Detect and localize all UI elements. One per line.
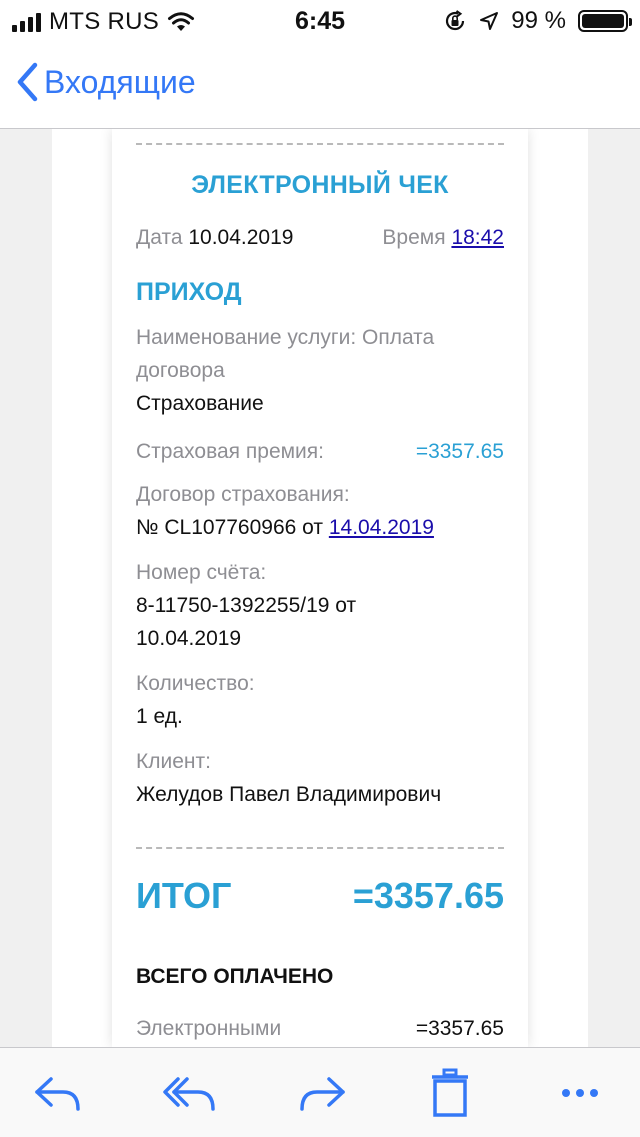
quantity-label: Количество: (136, 672, 255, 695)
quantity-value: 1 ед. (136, 705, 183, 728)
service-block: Наименование услуги: Оплата договора Стр… (136, 321, 504, 420)
quantity-block: Количество: 1 ед. (136, 667, 504, 733)
email-background-right (588, 129, 640, 1047)
reply-icon (35, 1077, 80, 1111)
battery-fill (582, 14, 624, 28)
location-arrow-icon (480, 12, 499, 30)
time-label: Время (382, 226, 446, 249)
back-button-label: Входящие (44, 63, 196, 100)
forward-button[interactable] (292, 1066, 352, 1120)
more-button[interactable] (550, 1066, 610, 1120)
divider-dashed (136, 143, 504, 145)
battery-icon (578, 10, 632, 32)
battery-percent: 99 % (511, 7, 566, 34)
delete-button[interactable] (420, 1066, 480, 1120)
receipt-content: ЭЛЕКТРОННЫЙ ЧЕК Дата 10.04.2019 Время 18… (136, 129, 504, 1041)
paid-title: ВСЕГО ОПЛАЧЕНО (136, 965, 334, 988)
date-time-row: Дата 10.04.2019 Время 18:42 (136, 226, 504, 250)
receipt-title: ЭЛЕКТРОННЫЙ ЧЕК (191, 171, 449, 199)
date-value: 10.04.2019 (188, 226, 294, 249)
navigation-bar: Входящие (0, 40, 640, 129)
email-background-left (0, 129, 52, 1047)
status-right: 99 % (443, 7, 632, 35)
electronic-receipt: ЭЛЕКТРОННЫЙ ЧЕК Дата 10.04.2019 Время 18… (112, 129, 528, 1047)
back-button[interactable]: Входящие (16, 62, 196, 102)
premium-label: Страховая премия: (136, 440, 324, 463)
more-icon (562, 1089, 598, 1097)
account-label: Номер счёта: (136, 561, 267, 584)
orientation-lock-icon (446, 10, 465, 31)
section-title-income: ПРИХОД (136, 278, 242, 306)
account-block: Номер счёта: 8-11750-1392255/19 от 10.04… (136, 556, 504, 655)
divider-dashed (136, 847, 504, 849)
service-value: Страхование (136, 392, 264, 415)
time-group: Время 18:42 (382, 226, 504, 250)
client-label: Клиент: (136, 750, 211, 773)
service-label: Наименование услуги: Оплата договора (136, 326, 435, 382)
reply-all-button[interactable] (160, 1066, 220, 1120)
client-block: Клиент: Желудов Павел Владимирович (136, 745, 504, 811)
contract-line: № CL107760966 от 14.04.2019 (136, 511, 504, 544)
premium-row: Страховая премия: =3357.65 (136, 440, 504, 464)
chevron-left-icon (17, 62, 38, 102)
bottom-toolbar (0, 1047, 640, 1137)
reply-all-icon (163, 1077, 215, 1111)
status-bar: MTS RUS 6:45 99 % (0, 0, 640, 40)
total-row: ИТОГ =3357.65 (136, 875, 504, 917)
date-group: Дата 10.04.2019 (136, 226, 293, 250)
time-link[interactable]: 18:42 (451, 226, 504, 249)
electronic-label: Электронными (136, 1017, 282, 1040)
electronic-payment-row: Электронными =3357.65 (136, 1017, 504, 1041)
electronic-value: =3357.65 (415, 1017, 504, 1040)
message-body[interactable]: ЭЛЕКТРОННЫЙ ЧЕК Дата 10.04.2019 Время 18… (0, 129, 640, 1047)
client-value: Желудов Павел Владимирович (136, 783, 442, 806)
contract-label: Договор страхования: (136, 483, 350, 506)
reply-button[interactable] (28, 1066, 88, 1120)
total-value: =3357.65 (352, 875, 504, 916)
date-label: Дата (136, 226, 183, 249)
premium-value: =3357.65 (415, 440, 504, 463)
contract-number: № CL107760966 от (136, 516, 323, 539)
contract-date-link[interactable]: 14.04.2019 (329, 516, 434, 539)
total-label: ИТОГ (136, 875, 232, 916)
account-value: 8-11750-1392255/19 от 10.04.2019 (136, 594, 357, 650)
trash-icon (432, 1068, 468, 1117)
contract-block: Договор страхования: № CL107760966 от 14… (136, 478, 504, 544)
forward-icon (300, 1077, 345, 1111)
